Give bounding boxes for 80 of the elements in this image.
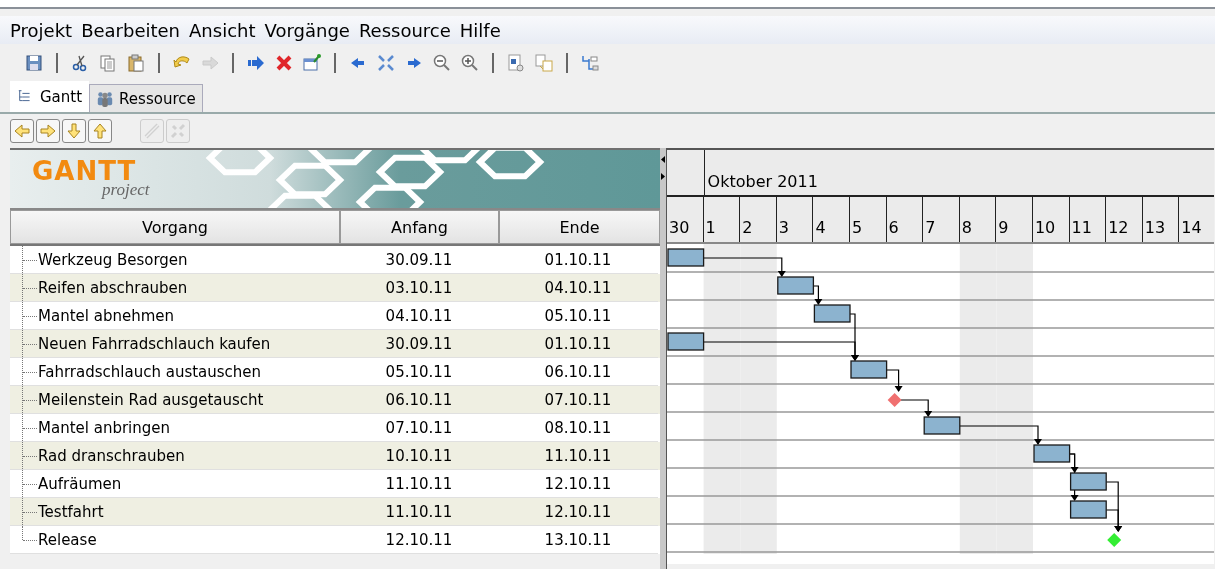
task-bar[interactable] <box>1069 500 1107 519</box>
toolbar-button[interactable] <box>10 119 34 143</box>
toolbar-button[interactable] <box>88 119 112 143</box>
day-label: 3 <box>776 197 814 242</box>
task-bar[interactable] <box>777 276 815 295</box>
day-label: 1 <box>703 197 741 242</box>
day-label: 8 <box>959 197 997 242</box>
task-bar[interactable] <box>923 416 961 435</box>
tab[interactable]: Gantt <box>10 81 90 112</box>
day-label: 5 <box>849 197 887 242</box>
people-icon <box>96 89 115 108</box>
left-arrow-icon <box>12 121 32 141</box>
task-name: Testfahrt <box>38 502 104 521</box>
milestone-diamond[interactable] <box>887 393 902 407</box>
zoom-in-icon <box>460 53 480 73</box>
task-name: Mantel anbringen <box>38 418 170 437</box>
task-bar[interactable] <box>667 332 705 351</box>
task-name: Neuen Fahrradschlauch kaufen <box>38 334 271 353</box>
delete-icon <box>274 53 294 73</box>
task-name: Fahrradschlauch austauschen <box>38 362 262 381</box>
right-arrow-icon <box>38 121 58 141</box>
logo-subtitle: project <box>102 181 150 198</box>
task-name: Rad dranschrauben <box>38 446 185 465</box>
day-label: 14 <box>1179 197 1215 242</box>
paste-icon <box>126 53 146 73</box>
column-header[interactable]: Vorgang <box>10 210 340 244</box>
table-cell: 12.10.11 <box>340 526 498 554</box>
task-bar[interactable] <box>850 360 888 379</box>
task-name: Werkzeug Besorgen <box>38 250 188 269</box>
task-bar[interactable] <box>1069 472 1107 491</box>
menu-item[interactable]: Ansicht <box>189 19 256 41</box>
dependency-arrow <box>886 369 903 392</box>
down-arrow-icon <box>64 121 84 141</box>
column-header[interactable]: Ende <box>499 210 660 244</box>
day-label: 9 <box>996 197 1033 242</box>
dependency-arrow <box>900 399 933 417</box>
day-label: 6 <box>886 197 924 242</box>
dependency-arrow <box>812 285 823 305</box>
day-label: 11 <box>1069 197 1107 242</box>
copy-icon <box>98 53 118 73</box>
task-bar[interactable] <box>813 304 851 323</box>
column-header[interactable]: Anfang <box>339 210 499 244</box>
task-name: Aufräumen <box>38 474 122 493</box>
day-label: 12 <box>1106 197 1143 242</box>
task-name: Meilenstein Rad ausgetauscht <box>38 390 264 409</box>
toolbar-button[interactable] <box>62 119 86 143</box>
documents-icon <box>534 53 554 73</box>
task-name: Release <box>38 530 97 549</box>
day-label: 30 <box>667 197 704 242</box>
right-arrow-icon <box>246 53 266 73</box>
day-label: 13 <box>1142 197 1180 242</box>
task-bar[interactable] <box>1033 444 1071 463</box>
task-bar[interactable] <box>667 248 705 267</box>
menu-item[interactable]: Ressource <box>358 19 451 41</box>
day-label: 2 <box>740 197 777 242</box>
unlink-icon <box>168 121 188 141</box>
menu-item[interactable]: Projekt <box>10 19 73 41</box>
zoom-out-icon <box>432 53 452 73</box>
menu-item[interactable]: Hilfe <box>459 19 501 41</box>
up-arrow-icon <box>90 121 110 141</box>
document-icon <box>506 53 526 73</box>
link-icon <box>142 121 162 141</box>
day-label: 10 <box>1032 197 1070 242</box>
day-label: 7 <box>923 197 960 242</box>
window-pin-icon <box>302 53 322 73</box>
tree-line <box>22 274 36 301</box>
task-name: Mantel abnehmen <box>38 306 174 325</box>
month-label: Oktober 2011 <box>706 172 818 193</box>
tab[interactable]: Ressource <box>89 84 203 112</box>
collapse-arrows-icon <box>376 53 396 73</box>
menu-item[interactable]: Bearbeiten <box>81 19 181 41</box>
logo-title: GANTT <box>32 158 137 184</box>
toolbar-button[interactable] <box>36 119 60 143</box>
save-icon <box>24 53 44 73</box>
hierarchy-icon <box>580 53 600 73</box>
menu-item[interactable]: Vorgänge <box>264 19 350 41</box>
day-label: 4 <box>813 197 850 242</box>
task-name: Reifen abschrauben <box>38 278 188 297</box>
tree-line <box>22 358 36 385</box>
table-cell: 13.10.11 <box>498 526 658 554</box>
